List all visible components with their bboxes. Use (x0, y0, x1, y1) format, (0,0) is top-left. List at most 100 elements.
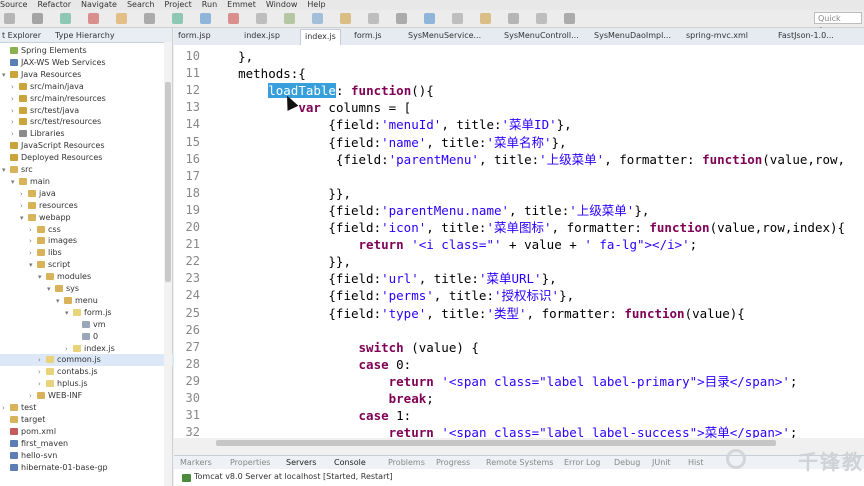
editor-tab[interactable]: spring-mvc.xml (686, 31, 748, 40)
collapsed-arrow-icon[interactable]: › (29, 235, 37, 247)
toolbar-button-icon[interactable] (32, 13, 43, 24)
collapsed-arrow-icon[interactable]: › (38, 366, 46, 378)
tree-item[interactable]: › index.js (0, 343, 115, 355)
tree-item[interactable]: Deployed Resources (0, 152, 102, 164)
view-tab-junit[interactable]: JUnit (652, 458, 671, 467)
code-line[interactable]: {field:'parentMenu', title:'上级菜单', forma… (208, 151, 845, 168)
code-line[interactable]: {field:'perms', title:'授权标识'}, (208, 287, 574, 304)
tree-item[interactable]: ▾ menu (0, 295, 98, 307)
tree-item[interactable]: 0 (0, 331, 98, 343)
code-line[interactable]: switch (value) { (208, 339, 479, 356)
toolbar-button-icon[interactable] (452, 13, 463, 24)
tree-item[interactable]: Spring Elements (0, 45, 87, 57)
tree-item[interactable]: › WEB-INF (0, 390, 82, 402)
tree-item[interactable]: ▾ form.js (0, 307, 112, 319)
tree-item[interactable]: ▾ sys (0, 283, 79, 295)
expanded-arrow-icon[interactable]: ▾ (56, 295, 64, 307)
code-line[interactable]: return '<span class="label label-primary… (208, 373, 798, 390)
collapsed-arrow-icon[interactable]: › (29, 224, 37, 236)
editor-tab[interactable]: index.js (300, 29, 341, 46)
code-line[interactable]: {field:'name', title:'菜单名称'}, (208, 134, 566, 151)
collapsed-arrow-icon[interactable]: › (29, 390, 37, 402)
tree-item[interactable]: › java (0, 188, 56, 200)
view-tab-problems[interactable]: Problems (388, 458, 425, 467)
collapsed-arrow-icon[interactable]: › (11, 105, 19, 117)
collapsed-arrow-icon[interactable]: › (11, 128, 19, 140)
code-line[interactable]: return '<i class="' + value + ' fa-lg"><… (208, 236, 698, 253)
toolbar-button-icon[interactable] (536, 13, 547, 24)
tree-item[interactable]: › contabs.js (0, 366, 98, 378)
code-line[interactable]: {field:'url', title:'菜单URL'}, (208, 270, 556, 287)
tree-item[interactable]: › src/test/resources (0, 116, 101, 128)
toolbar-button-icon[interactable] (368, 13, 379, 24)
menu-project[interactable]: Project (164, 0, 191, 10)
tree-item[interactable]: vm (0, 319, 106, 331)
menu-run[interactable]: Run (202, 0, 217, 10)
tree-item[interactable]: › resources (0, 200, 78, 212)
editor-horizontal-scrollbar[interactable] (214, 439, 864, 447)
menu-emmet[interactable]: Emmet (227, 0, 256, 10)
editor-tab[interactable]: index.jsp (244, 31, 280, 40)
tree-item[interactable]: › src/test/java (0, 105, 79, 117)
editor-tab[interactable]: SysMenuDaoImpl... (594, 31, 671, 40)
toolbar-button-icon[interactable] (480, 13, 491, 24)
tree-item[interactable]: ▾ webapp (0, 212, 71, 224)
collapsed-arrow-icon[interactable]: › (20, 188, 28, 200)
editor-tab[interactable]: SysMenuControll... (504, 31, 579, 40)
toolbar-button-icon[interactable] (424, 13, 435, 24)
expanded-arrow-icon[interactable]: ▾ (20, 212, 28, 224)
toolbar-button-icon[interactable] (228, 13, 239, 24)
toolbar-button-icon[interactable] (508, 13, 519, 24)
tree-item[interactable]: ▾ main (0, 176, 50, 188)
collapsed-arrow-icon[interactable]: › (38, 378, 46, 390)
tree-item[interactable]: › src/main/java (0, 81, 84, 93)
code-editor[interactable]: 10 11 12 13 14 15 16 17 18 19 20 21 22 23 24 25 26 27 28 29… (174, 45, 864, 438)
code-line[interactable]: }}, (208, 185, 351, 202)
code-line[interactable]: methods:{ (208, 65, 306, 82)
code-line[interactable]: }}, (208, 253, 351, 270)
tab-type-hierarchy[interactable]: Type Hierarchy (55, 31, 115, 40)
view-tab-hist[interactable]: Hist (688, 458, 704, 467)
tree-item[interactable]: JavaScript Resources (0, 140, 105, 152)
toolbar-button-icon[interactable] (172, 13, 183, 24)
tree-item[interactable]: target (0, 414, 45, 426)
quick-access-input[interactable]: Quick Access (814, 12, 862, 35)
code-line[interactable]: }, (208, 48, 253, 65)
collapsed-arrow-icon[interactable]: › (2, 402, 10, 414)
collapsed-arrow-icon[interactable]: › (38, 354, 46, 366)
collapsed-arrow-icon[interactable]: › (29, 247, 37, 259)
toolbar-button-icon[interactable] (88, 13, 99, 24)
explorer-scrollbar[interactable] (164, 42, 172, 486)
menu-navigate[interactable]: Navigate (81, 0, 117, 10)
collapsed-arrow-icon[interactable]: › (65, 343, 73, 355)
code-line[interactable]: case 1: (208, 407, 412, 424)
toolbar-button-icon[interactable] (116, 13, 127, 24)
expanded-arrow-icon[interactable]: ▾ (65, 307, 73, 319)
toolbar-button-icon[interactable] (396, 13, 407, 24)
expanded-arrow-icon[interactable]: ▾ (29, 259, 37, 271)
collapsed-arrow-icon[interactable]: › (11, 81, 19, 93)
toolbar-button-icon[interactable] (564, 13, 575, 24)
view-tab-properties[interactable]: Properties (230, 458, 270, 467)
view-tab-servers[interactable]: Servers (286, 458, 316, 467)
tree-item[interactable]: pom.xml (0, 426, 56, 438)
menu-help[interactable]: Help (307, 0, 325, 10)
expanded-arrow-icon[interactable]: ▾ (2, 164, 10, 176)
tree-item[interactable]: › css (0, 224, 61, 236)
tree-item[interactable]: ▾ script (0, 259, 70, 271)
toolbar-button-icon[interactable] (144, 13, 155, 24)
code-line[interactable]: {field:'icon', title:'菜单图标', formatter: … (208, 219, 845, 236)
code-line[interactable]: break; (208, 390, 434, 407)
toolbar-button-icon[interactable] (4, 13, 15, 24)
tree-item[interactable]: hibernate-01-base-gp (0, 462, 108, 474)
expanded-arrow-icon[interactable]: ▾ (11, 176, 19, 188)
expanded-arrow-icon[interactable]: ▾ (2, 69, 10, 81)
code-line[interactable]: loadTable: function(){ (208, 82, 434, 99)
tree-item[interactable]: › hplus.js (0, 378, 88, 390)
view-tab-error-log[interactable]: Error Log (564, 458, 600, 467)
code-line[interactable]: var columns = [ (208, 99, 411, 116)
tree-item[interactable]: › src/main/resources (0, 93, 106, 105)
tree-item[interactable]: ▾ src (0, 164, 33, 176)
server-entry[interactable]: Tomcat v8.0 Server at localhost [Started… (194, 472, 393, 481)
tree-item[interactable]: ▾ Java Resources (0, 69, 81, 81)
